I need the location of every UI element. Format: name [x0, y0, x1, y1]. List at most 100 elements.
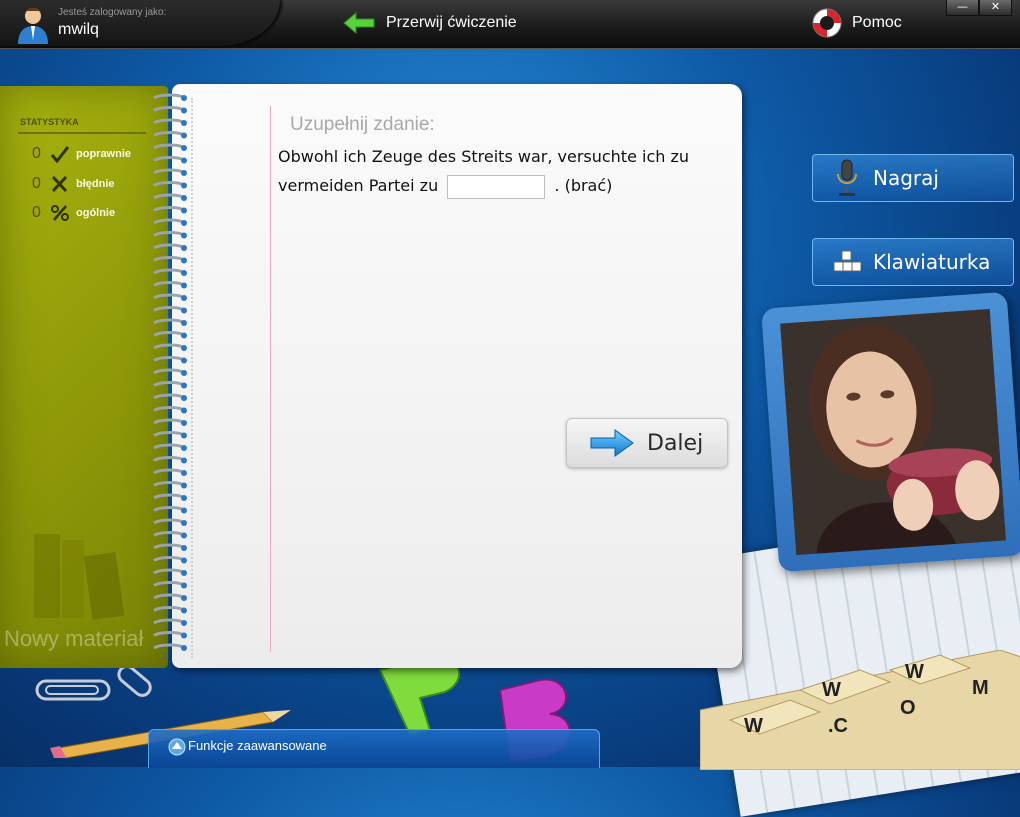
svg-text:W: W [905, 661, 924, 683]
margin-line [270, 106, 271, 652]
spiral-ring [153, 506, 187, 514]
spiral-ring [153, 556, 187, 564]
spiral-ring [153, 168, 187, 176]
spiral-ring [153, 256, 187, 264]
spiral-ring [153, 118, 187, 126]
spiral-ring [153, 368, 187, 376]
close-button[interactable]: ✕ [979, 0, 1012, 16]
svg-text:M: M [972, 677, 989, 699]
spiral-ring [153, 343, 187, 351]
stat-wrong: 0 błędnie [32, 175, 115, 193]
spiral-ring [153, 606, 187, 614]
spiral-ring [153, 231, 187, 239]
abort-exercise-button[interactable]: Przerwij ćwiczenie [342, 10, 517, 36]
stat-correct: 0 poprawnie [32, 145, 131, 163]
stat-correct-count: 0 [32, 145, 41, 162]
help-label: Pomoc [852, 14, 902, 31]
svg-text:O: O [900, 697, 916, 719]
cross-icon [51, 175, 68, 193]
stat-overall: 0 ogólnie [32, 204, 115, 222]
dotted-line [191, 98, 194, 658]
spiral-ring [153, 581, 187, 589]
stat-wrong-count: 0 [32, 175, 41, 192]
spiral-ring [153, 218, 187, 226]
spiral-ring [153, 418, 187, 426]
student-photo-illustration [780, 308, 1006, 556]
spiral-ring [153, 468, 187, 476]
exercise-sentence: Obwohl ich Zeuge des Streits war, versuc… [278, 142, 718, 200]
books-icon [34, 534, 125, 620]
keyboard-button[interactable]: Klawiaturka [812, 238, 1014, 286]
spiral-ring [153, 493, 187, 501]
record-label: Nagraj [873, 166, 939, 190]
spiral-ring [153, 618, 187, 626]
spiral-ring [153, 281, 187, 289]
task-instruction: Uzupełnij zdanie: [290, 114, 435, 135]
next-button[interactable]: Dalej [566, 418, 728, 468]
answer-input[interactable] [447, 174, 546, 199]
advanced-functions-label: Funkcje zaawansowane [188, 737, 327, 753]
window-controls: — ✕ [946, 0, 1012, 16]
record-button[interactable]: Nagraj [812, 154, 1014, 202]
spiral-ring [153, 443, 187, 451]
stat-correct-label: poprawnie [76, 148, 132, 160]
spiral-ring [153, 568, 187, 576]
spiral-ring [153, 243, 187, 251]
advanced-functions-button[interactable]: Funkcje zaawansowane [168, 738, 327, 756]
keyboard-icon [833, 250, 861, 272]
spiral-ring [153, 381, 187, 389]
spiral-ring [153, 406, 187, 414]
spiral-ring [153, 156, 187, 164]
spiral-ring [153, 393, 187, 401]
notebook-spiral [153, 93, 187, 651]
spiral-ring [153, 268, 187, 276]
stat-overall-count: 0 [32, 204, 41, 221]
sentence-part-2: . (brać) [554, 176, 613, 195]
svg-text:.C: .C [828, 715, 848, 737]
stats-divider [18, 132, 146, 134]
top-bar: Jesteś zalogowany jako: mwilq Przerwij ć… [0, 0, 1020, 49]
logged-in-label: Jesteś zalogowany jako: [58, 7, 167, 18]
spiral-ring [153, 593, 187, 601]
user-panel: Jesteś zalogowany jako: mwilq [0, 0, 280, 46]
spiral-ring [153, 93, 187, 101]
spiral-ring [153, 193, 187, 201]
help-button[interactable]: Pomoc [810, 6, 902, 40]
spiral-ring [153, 206, 187, 214]
username: mwilq [58, 21, 99, 38]
stats-title: STATYSTYKA [20, 117, 79, 127]
arrow-right-icon [590, 429, 634, 457]
paperclip-decoration [117, 665, 152, 697]
student-photo [780, 308, 1006, 556]
spiral-ring [153, 431, 187, 439]
spiral-ring [153, 356, 187, 364]
folder-tabs-decoration: W W W .C O M [700, 650, 1020, 770]
spiral-ring [153, 518, 187, 526]
check-icon [50, 146, 70, 163]
spiral-ring [153, 181, 187, 189]
arrow-left-icon [343, 11, 375, 35]
minimize-button[interactable]: — [946, 0, 979, 16]
chevron-up-icon [168, 738, 186, 756]
spiral-ring [153, 306, 187, 314]
spiral-ring [153, 643, 187, 651]
spiral-ring [153, 293, 187, 301]
svg-text:W: W [822, 679, 841, 701]
spiral-ring [153, 318, 187, 326]
lifebuoy-icon [812, 8, 842, 38]
spiral-ring [153, 531, 187, 539]
svg-text:W: W [744, 715, 763, 737]
user-avatar-icon [18, 7, 48, 44]
spiral-ring [153, 543, 187, 551]
stat-overall-label: ogólnie [76, 207, 116, 219]
stat-wrong-label: błędnie [76, 178, 115, 190]
spiral-ring [153, 131, 187, 139]
spiral-ring [153, 106, 187, 114]
microphone-icon [837, 159, 857, 196]
spiral-ring [153, 143, 187, 151]
spiral-ring [153, 481, 187, 489]
next-label: Dalej [647, 430, 704, 456]
keyboard-label: Klawiaturka [873, 250, 991, 274]
spiral-ring [153, 456, 187, 464]
photo-frame [761, 291, 1020, 573]
